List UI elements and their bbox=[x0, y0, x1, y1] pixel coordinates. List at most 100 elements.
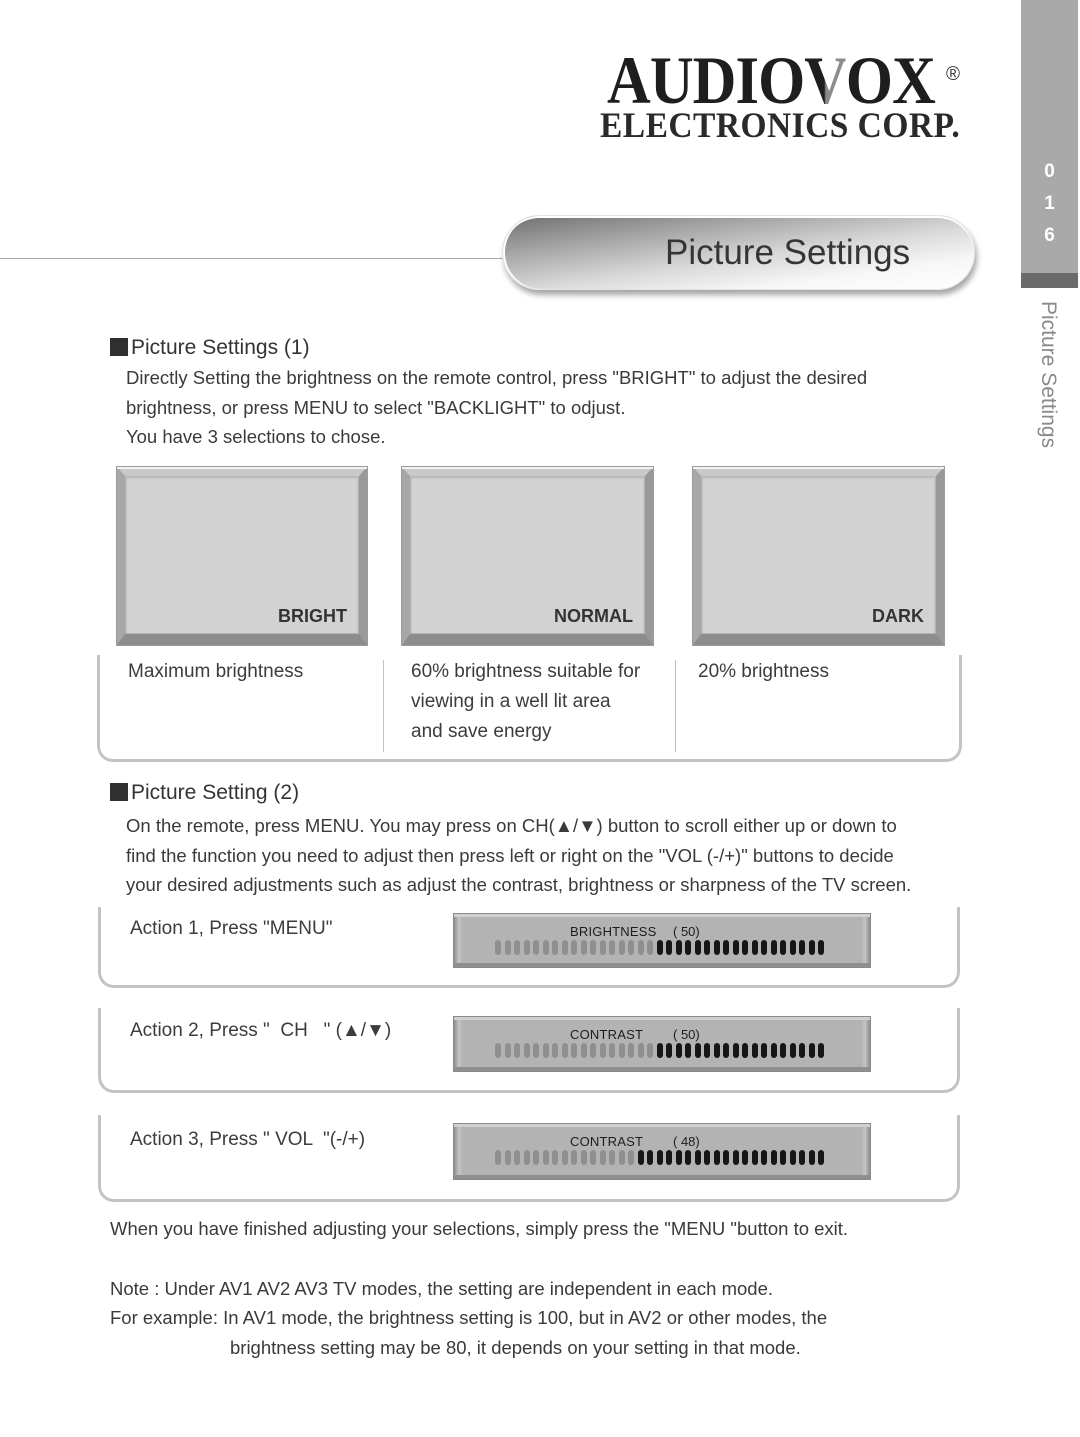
level-segment-dark bbox=[685, 940, 691, 955]
level-segment-light bbox=[552, 940, 558, 955]
level-segment-dark bbox=[780, 1150, 786, 1165]
osd-item-value: ( 50) bbox=[673, 1027, 700, 1042]
level-segment-dark bbox=[770, 940, 777, 955]
mode-panel-dark: DARK bbox=[693, 467, 944, 645]
level-segment-light bbox=[514, 1043, 520, 1058]
section-heading-text: Picture Setting (2) bbox=[131, 781, 300, 804]
level-segment-light bbox=[637, 940, 644, 955]
level-segment-light bbox=[618, 1150, 625, 1165]
level-segment-light bbox=[647, 940, 653, 955]
section2-paragraph: On the remote, press MENU. You may press… bbox=[126, 811, 911, 900]
section1-paragraph: Directly Setting the brightness on the r… bbox=[126, 363, 867, 452]
level-segment-light bbox=[590, 1043, 596, 1058]
level-segment-light bbox=[552, 1043, 558, 1058]
level-segment-light bbox=[580, 1150, 587, 1165]
level-segment-dark bbox=[675, 940, 682, 955]
level-segment-light bbox=[571, 1043, 577, 1058]
level-segment-dark bbox=[704, 1150, 710, 1165]
page-number-digit: 1 bbox=[1044, 193, 1055, 214]
osd-level-bar: CONTRAST ( 48) bbox=[453, 1123, 871, 1180]
level-segment-light bbox=[590, 940, 596, 955]
level-segment-light bbox=[647, 1043, 653, 1058]
action-label: Action 2, Press " CH " (▲/▼) bbox=[130, 1020, 392, 1041]
osd-segment-row bbox=[495, 1150, 828, 1165]
square-bullet-icon bbox=[110, 338, 128, 356]
level-segment-light bbox=[561, 1150, 568, 1165]
column-divider bbox=[675, 660, 676, 752]
mode-panel-normal: NORMAL bbox=[402, 467, 653, 645]
osd-level-bar: BRIGHTNESS ( 50) bbox=[453, 913, 871, 968]
level-segment-light bbox=[609, 1043, 615, 1058]
level-segment-dark bbox=[742, 940, 748, 955]
level-segment-dark bbox=[808, 940, 815, 955]
page-title: Picture Settings bbox=[665, 233, 911, 272]
paragraph-line: Directly Setting the brightness on the r… bbox=[126, 367, 868, 388]
mode-label: BRIGHT bbox=[278, 606, 347, 626]
level-segment-light bbox=[599, 940, 606, 955]
level-segment-light bbox=[580, 1043, 587, 1058]
level-segment-light bbox=[533, 940, 539, 955]
level-segment-light bbox=[542, 940, 549, 955]
level-segment-dark bbox=[723, 1043, 729, 1058]
level-segment-light bbox=[571, 1150, 577, 1165]
level-segment-light bbox=[561, 1043, 568, 1058]
brand-logo-subtitle: ELECTRONICS CORP. bbox=[600, 105, 961, 145]
level-segment-light bbox=[504, 1150, 511, 1165]
square-bullet-icon bbox=[110, 783, 128, 801]
action-label: Action 3, Press " VOL "(-/+) bbox=[130, 1129, 366, 1150]
level-segment-dark bbox=[704, 940, 710, 955]
level-segment-dark bbox=[789, 1150, 796, 1165]
action-label: Action 1, Press "MENU" bbox=[130, 918, 333, 939]
level-segment-dark bbox=[751, 1150, 758, 1165]
mode-description-bright: Maximum brightness bbox=[128, 657, 303, 687]
level-segment-dark bbox=[694, 1150, 701, 1165]
level-segment-light bbox=[542, 1043, 549, 1058]
level-segment-dark bbox=[818, 1150, 824, 1165]
level-segment-dark bbox=[704, 1043, 710, 1058]
level-segment-light bbox=[590, 1150, 596, 1165]
level-segment-dark bbox=[713, 940, 720, 955]
osd-item-name: BRIGHTNESS bbox=[570, 924, 657, 939]
level-segment-dark bbox=[694, 1043, 701, 1058]
page-side-tab-band bbox=[1021, 273, 1078, 288]
level-segment-light bbox=[533, 1150, 539, 1165]
level-segment-dark bbox=[732, 1150, 739, 1165]
level-segment-dark bbox=[647, 1150, 653, 1165]
osd-item-name: CONTRAST bbox=[570, 1027, 644, 1042]
level-segment-dark bbox=[818, 940, 824, 955]
level-segment-dark bbox=[656, 1043, 663, 1058]
level-segment-light bbox=[552, 1150, 558, 1165]
description-line: viewing in a well lit area bbox=[411, 691, 611, 712]
level-segment-dark bbox=[799, 1043, 805, 1058]
mode-label: DARK bbox=[872, 606, 924, 626]
section-heading-text: Picture Settings (1) bbox=[131, 336, 310, 359]
description-line: Maximum brightness bbox=[128, 661, 304, 682]
page-number-digit: 0 bbox=[1044, 161, 1055, 182]
level-segment-dark bbox=[713, 1150, 720, 1165]
side-section-label: Picture Settings bbox=[1037, 301, 1060, 449]
description-line: 60% brightness suitable for bbox=[411, 661, 641, 682]
osd-level-bar: CONTRAST ( 50) bbox=[453, 1016, 871, 1072]
level-segment-light bbox=[628, 940, 634, 955]
level-segment-dark bbox=[656, 940, 663, 955]
mode-description-dark: 20% brightness bbox=[698, 657, 829, 687]
level-segment-light bbox=[514, 940, 520, 955]
level-segment-dark bbox=[808, 1150, 815, 1165]
level-segment-light bbox=[495, 1043, 501, 1058]
osd-item-value: ( 50) bbox=[673, 924, 700, 939]
level-segment-light bbox=[571, 940, 577, 955]
level-segment-light bbox=[618, 1043, 625, 1058]
registered-mark: ® bbox=[946, 64, 960, 85]
brand-logo-wordmark: AUDIOVOX bbox=[607, 46, 936, 114]
level-segment-dark bbox=[780, 1043, 786, 1058]
level-segment-dark bbox=[751, 1043, 758, 1058]
level-segment-dark bbox=[761, 1043, 767, 1058]
mode-description-normal: 60% brightness suitable for viewing in a… bbox=[411, 657, 640, 747]
level-segment-dark bbox=[761, 1150, 767, 1165]
level-segment-light bbox=[495, 1150, 501, 1165]
level-segment-light bbox=[618, 940, 625, 955]
exit-instruction: When you have finished adjusting your se… bbox=[110, 1218, 849, 1239]
level-segment-light bbox=[523, 1043, 530, 1058]
level-segment-light bbox=[609, 940, 615, 955]
level-segment-light bbox=[609, 1150, 615, 1165]
